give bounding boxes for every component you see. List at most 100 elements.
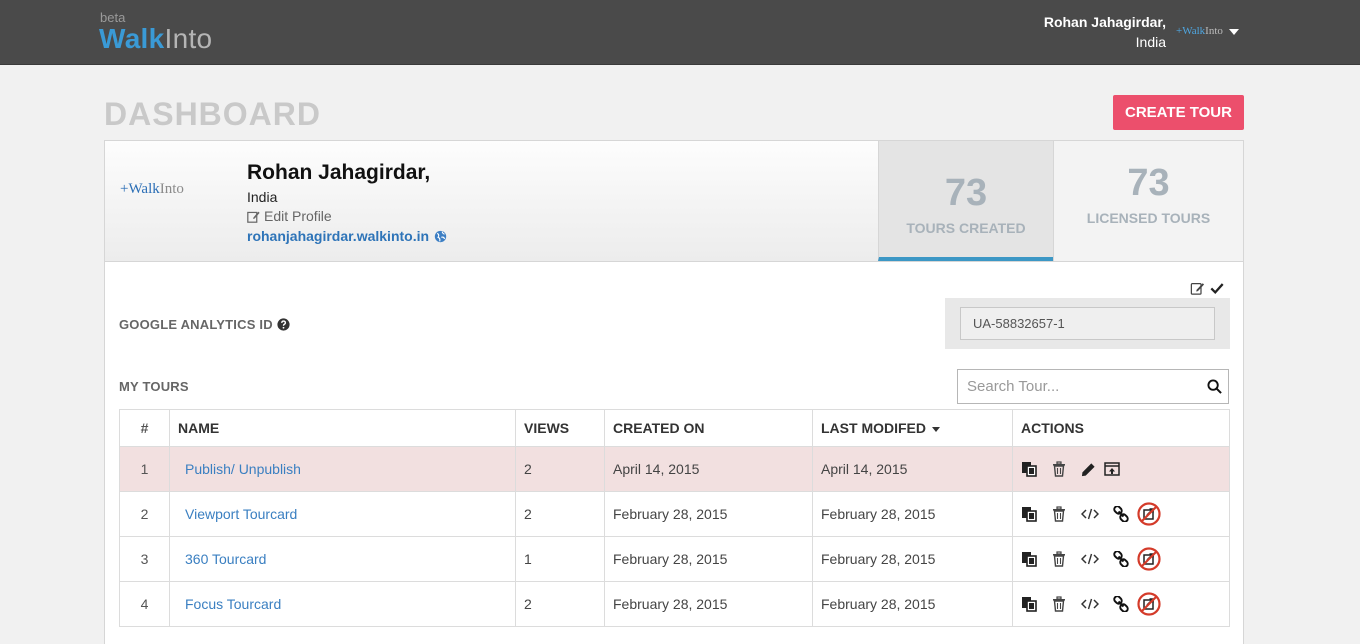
profile-url-link[interactable]: rohanjahagirdar.walkinto.in [247, 228, 447, 244]
row-modified: February 28, 2015 [812, 491, 1013, 537]
row-actions [1012, 446, 1230, 492]
analytics-label-text: GOOGLE ANALYTICS ID [119, 317, 273, 332]
tours-created-count: 73 [944, 172, 988, 214]
create-tour-button[interactable]: CREATE TOUR [1113, 95, 1244, 130]
code-icon[interactable] [1081, 506, 1099, 522]
row-actions [1012, 536, 1230, 582]
row-actions [1012, 581, 1230, 627]
tour-name-link[interactable]: Publish/ Unpublish [178, 461, 301, 477]
top-bar: beta WalkInto Rohan Jahagirdar, India +W… [0, 0, 1360, 65]
table-header-row: # NAME VIEWS CREATED ON LAST MODIFED ACT… [119, 409, 1230, 447]
link-icon[interactable] [1113, 506, 1129, 522]
page-title: DASHBOARD [104, 96, 321, 132]
table-row: 2 Viewport Tourcard 2 February 28, 2015 … [119, 491, 1230, 537]
tour-name-link[interactable]: 360 Tourcard [178, 551, 266, 567]
edit-profile-link[interactable]: Edit Profile [247, 208, 332, 224]
sort-desc-icon [932, 426, 940, 432]
link-icon[interactable] [1113, 551, 1129, 567]
licensed-tours-tab[interactable]: 73 LICENSED TOURS [1053, 141, 1243, 261]
col-header-name[interactable]: NAME [169, 409, 516, 447]
globe-icon [434, 230, 447, 242]
profile-country: India [247, 189, 278, 205]
edit-profile-label: Edit Profile [264, 208, 332, 224]
question-circle-icon[interactable] [277, 318, 290, 331]
action-buttons [1021, 592, 1221, 616]
analytics-id-input[interactable] [960, 307, 1215, 340]
row-num: 1 [119, 446, 170, 492]
caret-down-icon[interactable] [1229, 29, 1239, 35]
mini-logo-walk: +Walk [1176, 25, 1206, 37]
row-modified: February 28, 2015 [812, 581, 1013, 627]
col-header-actions: ACTIONS [1012, 409, 1230, 447]
action-buttons [1021, 547, 1221, 571]
row-views: 2 [515, 581, 605, 627]
profile-name: Rohan Jahagirdar, [247, 161, 431, 184]
tours-created-label: TOURS CREATED [906, 220, 1026, 236]
main-content: GOOGLE ANALYTICS ID MY TOURS # NAME VIEW… [104, 262, 1244, 644]
no-share-icon[interactable] [1137, 547, 1161, 571]
code-icon[interactable] [1081, 596, 1099, 612]
row-views: 2 [515, 491, 605, 537]
header-user-name: Rohan Jahagirdar, [1043, 14, 1166, 30]
tour-name-link[interactable]: Viewport Tourcard [178, 506, 297, 522]
header-user-country: India [1135, 34, 1166, 50]
edit-square-icon[interactable] [1190, 281, 1205, 295]
no-share-icon[interactable] [1137, 502, 1161, 526]
table-row: 1 Publish/ Unpublish 2 April 14, 2015 Ap… [119, 446, 1230, 492]
copy-icon[interactable] [1021, 461, 1037, 477]
row-modified: February 28, 2015 [812, 536, 1013, 582]
row-name-cell: Publish/ Unpublish [169, 446, 516, 492]
my-tours-heading: MY TOURS [119, 379, 189, 394]
row-created: February 28, 2015 [604, 491, 813, 537]
trash-icon[interactable] [1051, 596, 1067, 612]
row-name-cell: Viewport Tourcard [169, 491, 516, 537]
logo-into-text: Into [164, 23, 213, 54]
row-actions [1012, 491, 1230, 537]
link-icon[interactable] [1113, 596, 1129, 612]
search-icon[interactable] [1207, 379, 1222, 394]
analytics-label: GOOGLE ANALYTICS ID [119, 317, 290, 332]
licensed-tours-label: LICENSED TOURS [1086, 210, 1211, 226]
action-buttons [1021, 502, 1221, 526]
tour-search [957, 369, 1229, 404]
row-created: February 28, 2015 [604, 536, 813, 582]
copy-icon[interactable] [1021, 596, 1037, 612]
trash-icon[interactable] [1051, 506, 1067, 522]
col-header-created[interactable]: CREATED ON [604, 409, 813, 447]
trash-icon[interactable] [1051, 551, 1067, 567]
row-num: 3 [119, 536, 170, 582]
analytics-id-container [945, 298, 1230, 349]
profile-logo-walk: +Walk [120, 181, 160, 197]
user-avatar-logo[interactable]: +WalkInto [1176, 25, 1223, 37]
profile-logo: +WalkInto [120, 181, 184, 198]
tours-created-tab[interactable]: 73 TOURS CREATED [878, 141, 1053, 261]
no-share-icon[interactable] [1137, 592, 1161, 616]
row-created: April 14, 2015 [604, 446, 813, 492]
col-header-views[interactable]: VIEWS [515, 409, 605, 447]
publish-icon[interactable] [1104, 461, 1120, 477]
table-row: 4 Focus Tourcard 2 February 28, 2015 Feb… [119, 581, 1230, 627]
row-name-cell: 360 Tourcard [169, 536, 516, 582]
copy-icon[interactable] [1021, 551, 1037, 567]
search-input[interactable] [958, 370, 1228, 403]
logo-wordmark: WalkInto [99, 23, 212, 55]
row-name-cell: Focus Tourcard [169, 581, 516, 627]
row-num: 2 [119, 491, 170, 537]
edit-icon [247, 211, 260, 223]
trash-icon[interactable] [1051, 461, 1067, 477]
row-views: 2 [515, 446, 605, 492]
check-icon[interactable] [1210, 281, 1224, 295]
col-header-modified-label: LAST MODIFED [821, 420, 926, 436]
pencil-icon[interactable] [1081, 462, 1096, 477]
mini-logo-into: Into [1205, 25, 1223, 37]
col-header-num: # [119, 409, 170, 447]
row-created: February 28, 2015 [604, 581, 813, 627]
code-icon[interactable] [1081, 551, 1099, 567]
row-num: 4 [119, 581, 170, 627]
profile-url: rohanjahagirdar.walkinto.in [247, 228, 430, 244]
profile-card: +WalkInto Rohan Jahagirdar, India Edit P… [104, 140, 1244, 262]
col-header-modified[interactable]: LAST MODIFED [812, 409, 1013, 447]
table-row: 3 360 Tourcard 1 February 28, 2015 Febru… [119, 536, 1230, 582]
copy-icon[interactable] [1021, 506, 1037, 522]
tour-name-link[interactable]: Focus Tourcard [178, 596, 281, 612]
